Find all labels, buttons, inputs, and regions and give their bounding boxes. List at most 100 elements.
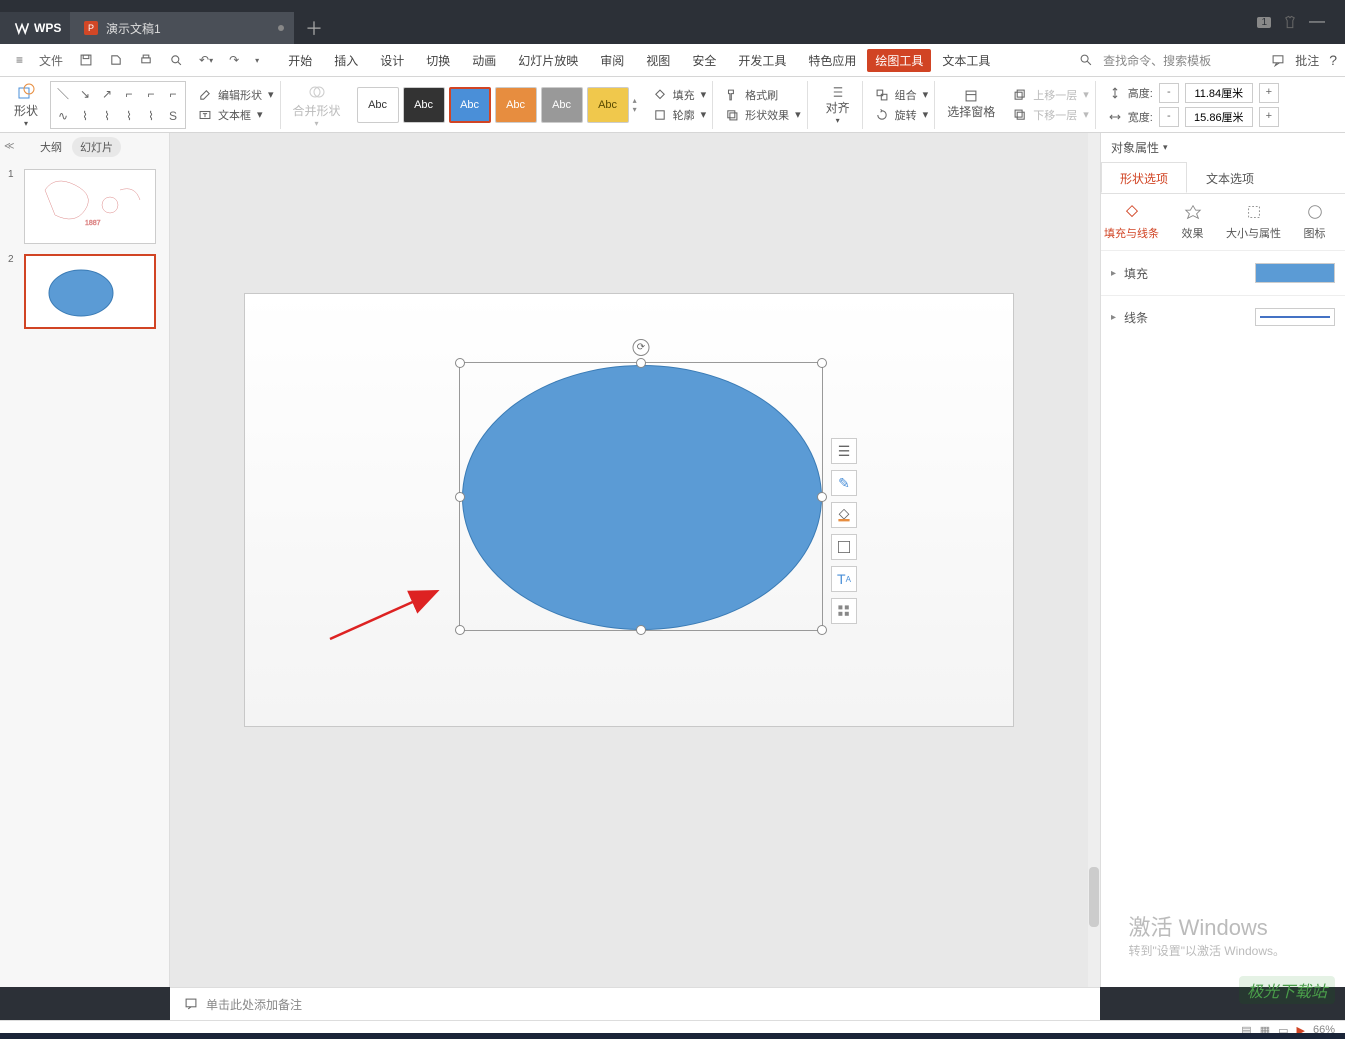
menu-insert[interactable]: 插入 — [323, 52, 369, 69]
oval-shape[interactable] — [462, 365, 822, 630]
menu-view[interactable]: 视图 — [635, 52, 681, 69]
menu-drawing-tools[interactable]: 绘图工具 — [867, 49, 931, 72]
menu-review[interactable]: 审阅 — [589, 52, 635, 69]
help-button[interactable]: ? — [1329, 52, 1337, 68]
resize-handle-s[interactable] — [636, 625, 646, 635]
send-backward-button[interactable]: 下移一层 ▾ — [1013, 107, 1089, 123]
shape-dropdown[interactable]: 形状▾ — [8, 80, 44, 130]
icon-subtab[interactable]: 图标 — [1284, 194, 1345, 250]
resize-handle-ne[interactable] — [817, 358, 827, 368]
notes-placeholder[interactable]: 单击此处添加备注 — [206, 996, 302, 1013]
file-menu[interactable]: 文件 — [31, 52, 71, 69]
selection-pane-button[interactable]: 选择窗格 — [941, 87, 1001, 122]
float-fill-button[interactable] — [831, 502, 857, 528]
save-icon[interactable] — [71, 53, 101, 67]
outline-tab[interactable]: 大纲 — [40, 139, 62, 155]
menu-transition[interactable]: 切换 — [415, 52, 461, 69]
textbox-button[interactable]: 文本框 ▾ — [198, 107, 274, 123]
menu-design[interactable]: 设计 — [369, 52, 415, 69]
group-button[interactable]: 组合 ▾ — [875, 87, 929, 103]
badge-count[interactable]: 1 — [1257, 17, 1271, 28]
menu-icon[interactable]: ≡ — [8, 53, 31, 67]
float-text-button[interactable]: TA — [831, 566, 857, 592]
line-section[interactable]: ▸ 线条 — [1101, 295, 1345, 338]
print-preview-icon[interactable] — [101, 53, 131, 67]
line-color-swatch[interactable] — [1255, 308, 1335, 326]
resize-handle-se[interactable] — [817, 625, 827, 635]
bring-forward-button[interactable]: 上移一层 ▾ — [1013, 87, 1089, 103]
menu-text-tools[interactable]: 文本工具 — [931, 52, 1001, 69]
shape-style-6[interactable]: Abc — [587, 87, 629, 123]
redo-button[interactable]: ↷ — [221, 53, 247, 67]
size-props-subtab[interactable]: 大小与属性 — [1223, 194, 1284, 250]
menu-start[interactable]: 开始 — [277, 52, 323, 69]
shape-effects-button[interactable]: 形状效果 ▾ — [725, 107, 801, 123]
fill-section[interactable]: ▸ 填充 — [1101, 250, 1345, 295]
slides-tab[interactable]: 幻灯片 — [72, 137, 121, 157]
new-tab-button[interactable]: ＋ — [294, 12, 334, 44]
resize-handle-w[interactable] — [455, 492, 465, 502]
resize-handle-e[interactable] — [817, 492, 827, 502]
quick-dropdown[interactable]: ▾ — [247, 56, 267, 65]
shape-style-1[interactable]: Abc — [357, 87, 399, 123]
height-input[interactable] — [1185, 83, 1253, 103]
format-painter-button[interactable]: 格式刷 — [725, 87, 801, 103]
canvas-area[interactable]: ⟳ ☰ ✎ TA — [170, 133, 1088, 987]
undo-button[interactable]: ↶ ▾ — [191, 53, 221, 67]
effect-subtab[interactable]: 效果 — [1162, 194, 1223, 250]
slide-canvas[interactable]: ⟳ ☰ ✎ TA — [244, 293, 1014, 727]
resize-handle-n[interactable] — [636, 358, 646, 368]
menu-slideshow[interactable]: 幻灯片放映 — [507, 52, 589, 69]
menu-devtools[interactable]: 开发工具 — [727, 52, 797, 69]
align-button[interactable]: 对齐▾ — [820, 83, 856, 127]
height-minus[interactable]: - — [1159, 83, 1179, 103]
float-more-button[interactable] — [831, 598, 857, 624]
notes-bar[interactable]: 单击此处添加备注 — [170, 987, 1100, 1020]
shirt-icon[interactable] — [1283, 15, 1297, 29]
shape-options-tab[interactable]: 形状选项 — [1101, 162, 1187, 193]
shape-style-2[interactable]: Abc — [403, 87, 445, 123]
minimize-button[interactable]: — — [1309, 13, 1325, 31]
vertical-scrollbar[interactable] — [1088, 133, 1100, 987]
fill-line-subtab[interactable]: 填充与线条 — [1101, 194, 1162, 250]
width-input[interactable] — [1185, 107, 1253, 127]
float-collapse-button[interactable]: ☰ — [831, 438, 857, 464]
collapse-panel-icon[interactable]: ≪ — [4, 141, 14, 152]
shape-style-3-selected[interactable]: Abc — [449, 87, 491, 123]
text-options-tab[interactable]: 文本选项 — [1187, 162, 1273, 193]
shape-style-4[interactable]: Abc — [495, 87, 537, 123]
edit-shape-label: 编辑形状 — [218, 87, 262, 103]
slide-thumbnail-1[interactable]: 1887 — [24, 169, 156, 244]
menu-animation[interactable]: 动画 — [461, 52, 507, 69]
width-minus[interactable]: - — [1159, 107, 1179, 127]
menu-special[interactable]: 特色应用 — [797, 52, 867, 69]
selection-box[interactable]: ⟳ ☰ ✎ TA — [459, 362, 823, 631]
document-tab[interactable]: P 演示文稿1 — [70, 12, 294, 44]
height-plus[interactable]: + — [1259, 83, 1279, 103]
annotate-icon — [1271, 53, 1285, 67]
fill-color-swatch[interactable] — [1255, 263, 1335, 283]
annotate-button[interactable]: 批注 — [1295, 52, 1319, 69]
rotate-button[interactable]: 旋转 ▾ — [875, 107, 929, 123]
rotation-handle[interactable]: ⟳ — [633, 339, 650, 356]
resize-handle-nw[interactable] — [455, 358, 465, 368]
preview-icon[interactable] — [161, 53, 191, 67]
width-plus[interactable]: + — [1259, 107, 1279, 127]
edit-shape-button[interactable]: 编辑形状 ▾ — [198, 87, 274, 103]
search-icon[interactable] — [1079, 53, 1093, 67]
properties-title[interactable]: 对象属性 ▾ — [1101, 133, 1345, 162]
slide-thumbnail-2-selected[interactable] — [24, 254, 156, 329]
float-outline-button[interactable] — [831, 534, 857, 560]
menu-security[interactable]: 安全 — [681, 52, 727, 69]
resize-handle-sw[interactable] — [455, 625, 465, 635]
chevron-right-icon: ▸ — [1111, 268, 1116, 279]
outline-button[interactable]: 轮廓 ▾ — [653, 107, 707, 123]
print-icon[interactable] — [131, 53, 161, 67]
search-hint[interactable]: 查找命令、搜索模板 — [1103, 52, 1211, 69]
app-tab[interactable]: WPS — [0, 12, 70, 44]
float-edit-button[interactable]: ✎ — [831, 470, 857, 496]
line-shape-gallery[interactable]: ＼↘↗⌐⌐⌐ ∿⌇⌇⌇⌇Ѕ — [50, 81, 186, 129]
fill-button[interactable]: 填充 ▾ — [653, 87, 707, 103]
shape-style-5[interactable]: Abc — [541, 87, 583, 123]
style-gallery-more[interactable]: ▴▾ — [633, 87, 637, 123]
